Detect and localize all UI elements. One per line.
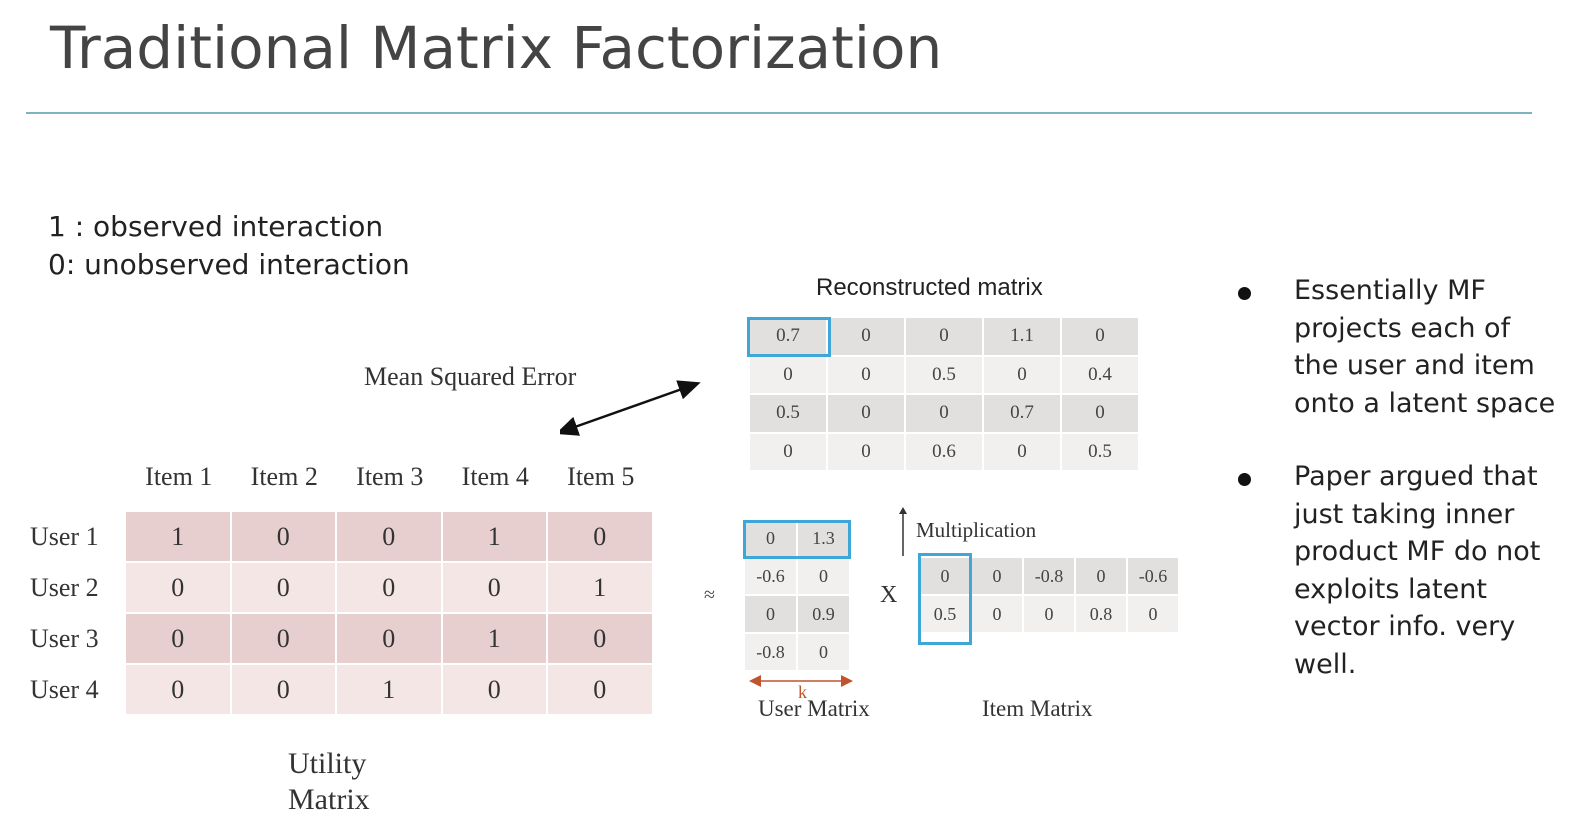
utility-col-header: Item 5: [567, 462, 635, 491]
reconstructed-cell: 0: [828, 356, 904, 393]
reconstructed-cell: 0: [906, 395, 982, 432]
reconstructed-cell: 0.4: [1062, 356, 1138, 393]
utility-cell: 0: [337, 614, 441, 663]
highlight-box: [747, 317, 831, 357]
item-matrix-cell: 0: [972, 558, 1022, 594]
reconstructed-cell: 0.7: [984, 395, 1060, 432]
utility-cell: 0: [231, 512, 335, 561]
utility-cell: 0: [231, 563, 335, 612]
reconstructed-cell: 1.1: [984, 318, 1060, 355]
utility-row-header: User 2: [30, 573, 99, 602]
item-matrix-cell: 0: [972, 596, 1022, 632]
utility-cell: 1: [548, 563, 652, 612]
highlight-box: [743, 520, 851, 559]
reconstructed-cell: 0: [750, 356, 826, 393]
reconstructed-cell: 0.5: [750, 395, 826, 432]
bullet-dot-icon: [1238, 287, 1251, 300]
user-matrix-cell: 0.9: [798, 596, 849, 632]
utility-cell: 0: [126, 665, 230, 714]
reconstructed-cell: 0: [828, 318, 904, 355]
item-matrix-cell: -0.8: [1024, 558, 1074, 594]
utility-col-header: Item 3: [356, 462, 424, 491]
utility-col-header: Item 4: [461, 462, 529, 491]
utility-cell: 0: [337, 512, 441, 561]
utility-cell: 1: [126, 512, 230, 561]
multiplication-arrow: [899, 507, 907, 556]
user-matrix-cell: -0.8: [745, 634, 796, 670]
item-matrix-cell: 0.8: [1076, 596, 1126, 632]
reconstructed-cell: 0: [828, 395, 904, 432]
item-matrix-cell: 0: [1128, 596, 1178, 632]
utility-cell: 0: [126, 563, 230, 612]
utility-cell: 0: [231, 665, 335, 714]
bullet-dot-icon: [1238, 473, 1251, 486]
utility-cell: 1: [442, 614, 546, 663]
utility-col-header: Item 2: [250, 462, 318, 491]
user-matrix-cell: 0: [798, 634, 849, 670]
utility-cell: 0: [548, 665, 652, 714]
utility-matrix-caption: Utility Matrix: [288, 746, 370, 818]
utility-cell: 0: [337, 563, 441, 612]
item-matrix-cell: 0: [1076, 558, 1126, 594]
utility-cell: 0: [126, 614, 230, 663]
legend-unobserved: 0: unobserved interaction: [48, 248, 410, 281]
reconstructed-cell: 0: [1062, 318, 1138, 355]
utility-cell: 0: [442, 563, 546, 612]
highlight-box: [918, 553, 972, 645]
reconstructed-matrix-title: Reconstructed matrix: [816, 274, 1043, 301]
user-matrix-cell: -0.6: [745, 558, 796, 594]
utility-row-header: User 1: [30, 522, 99, 551]
utility-cell: 0: [231, 614, 335, 663]
legend: 1 : observed interaction 0: unobserved i…: [48, 208, 410, 284]
utility-row-header: User 3: [30, 624, 99, 653]
multiplication-label: Multiplication: [916, 518, 1037, 542]
approx-symbol: ≈: [704, 584, 715, 606]
utility-cell: 0: [442, 665, 546, 714]
utility-cell: 0: [548, 614, 652, 663]
reconstructed-cell: 0.5: [906, 356, 982, 393]
times-symbol: X: [880, 582, 898, 608]
user-matrix-cell: 0: [745, 596, 796, 632]
mse-arrow: [560, 380, 701, 436]
title-divider: [26, 112, 1532, 114]
utility-caption-line1: Utility: [288, 747, 367, 780]
reconstructed-cell: 0: [984, 356, 1060, 393]
utility-caption-line2: Matrix: [288, 783, 370, 816]
reconstructed-cell: 0: [828, 433, 904, 470]
item-matrix-label: Item Matrix: [982, 696, 1093, 721]
reconstructed-cell: 0: [1062, 395, 1138, 432]
item-matrix-cell: -0.6: [1128, 558, 1178, 594]
user-matrix-label: User Matrix: [758, 696, 870, 721]
reconstructed-cell: 0: [906, 318, 982, 355]
bullet-text: Paper argued that just taking inner prod…: [1294, 461, 1541, 680]
item-matrix-cell: 0: [1024, 596, 1074, 632]
user-matrix-cell: 0: [798, 558, 849, 594]
legend-observed: 1 : observed interaction: [48, 210, 384, 243]
reconstructed-cell: 0.6: [906, 433, 982, 470]
bullet-text: Essentially MF projects each of the user…: [1294, 275, 1556, 419]
bullet-item: Paper argued that just taking inner prod…: [1230, 458, 1560, 683]
reconstructed-cell: 0: [984, 433, 1060, 470]
reconstructed-cell: 0: [750, 433, 826, 470]
slide-title: Traditional Matrix Factorization: [50, 14, 943, 82]
utility-row-header: User 4: [30, 675, 99, 704]
utility-cell: 1: [337, 665, 441, 714]
mse-label: Mean Squared Error: [364, 362, 577, 391]
utility-cell: 1: [442, 512, 546, 561]
bullet-list: Essentially MF projects each of the user…: [1230, 272, 1560, 719]
utility-cell: 0: [548, 512, 652, 561]
bullet-item: Essentially MF projects each of the user…: [1230, 272, 1560, 422]
reconstructed-cell: 0.5: [1062, 433, 1138, 470]
utility-col-header: Item 1: [145, 462, 213, 491]
